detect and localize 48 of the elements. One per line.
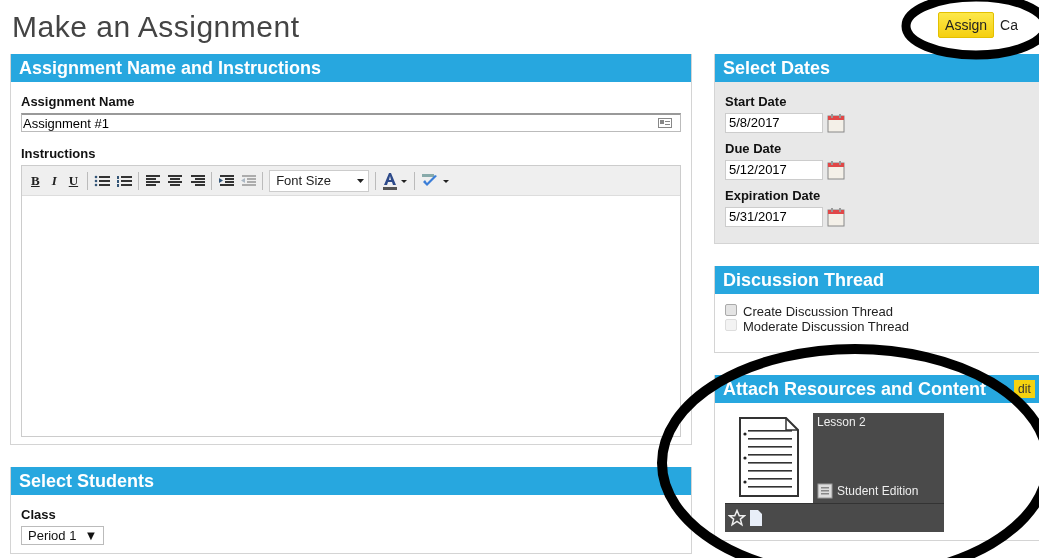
- calendar-icon[interactable]: [827, 113, 845, 133]
- underline-button[interactable]: U: [65, 172, 82, 189]
- cancel-link[interactable]: Ca: [1000, 17, 1018, 33]
- calendar-icon[interactable]: [827, 160, 845, 180]
- numbered-list-icon[interactable]: [116, 173, 133, 188]
- panel-header: Select Dates: [715, 54, 1039, 82]
- date-field[interactable]: 5/8/2017: [725, 113, 823, 133]
- resource-title: Lesson 2: [817, 415, 867, 429]
- caret-icon: [357, 178, 365, 183]
- date-field[interactable]: 5/12/2017: [725, 160, 823, 180]
- align-center-icon[interactable]: [167, 173, 184, 188]
- indent-icon[interactable]: [218, 173, 235, 188]
- field-label: Class: [21, 507, 57, 522]
- field-label: Expiration Date: [725, 188, 822, 203]
- calendar-icon[interactable]: [827, 207, 845, 227]
- field-label: Start Date: [725, 94, 788, 109]
- field-label: Instructions: [21, 146, 97, 161]
- checkbox[interactable]: [725, 303, 737, 316]
- panel-header: Discussion Thread: [715, 266, 1039, 294]
- italic-button[interactable]: I: [48, 172, 60, 189]
- spell-check-icon[interactable]: [421, 172, 450, 189]
- panel-header: Select Students: [11, 467, 691, 495]
- resource-card[interactable]: Lesson 2 Student Edition: [725, 413, 944, 532]
- input-field[interactable]: Assignment #1: [21, 113, 681, 132]
- book-icon: [817, 483, 833, 499]
- bullet-list-icon[interactable]: [94, 173, 111, 188]
- class-dropdown[interactable]: Period 1 ▼: [21, 526, 105, 545]
- panel-header: Assignment Name and Instructions: [11, 54, 691, 82]
- edition-label: Student Edition: [837, 484, 919, 498]
- star-icon[interactable]: [728, 509, 746, 527]
- text-editor[interactable]: B I U Font Size: [21, 165, 681, 437]
- contact-card-icon: [658, 118, 672, 128]
- edit-button[interactable]: dit: [1014, 380, 1035, 398]
- field-label: Assignment Name: [21, 94, 136, 109]
- text-color-icon[interactable]: [382, 171, 409, 190]
- font-size-dropdown[interactable]: Font Size: [269, 169, 370, 192]
- page-title: Make an Assignment: [12, 10, 300, 44]
- bold-button[interactable]: B: [28, 172, 43, 189]
- date-field[interactable]: 5/31/2017: [725, 207, 823, 227]
- panel-header: Attach Resources and Content dit: [715, 375, 1039, 403]
- checkbox-option[interactable]: Create Discussion Thread: [725, 304, 894, 319]
- align-right-icon[interactable]: [189, 173, 206, 188]
- field-label: Due Date: [725, 141, 783, 156]
- align-left-icon[interactable]: [145, 173, 162, 188]
- assign-button[interactable]: Assign: [938, 12, 995, 38]
- page-icon[interactable]: [750, 510, 762, 526]
- document-icon: [736, 416, 802, 500]
- checkbox-option: Moderate Discussion Thread: [725, 319, 909, 334]
